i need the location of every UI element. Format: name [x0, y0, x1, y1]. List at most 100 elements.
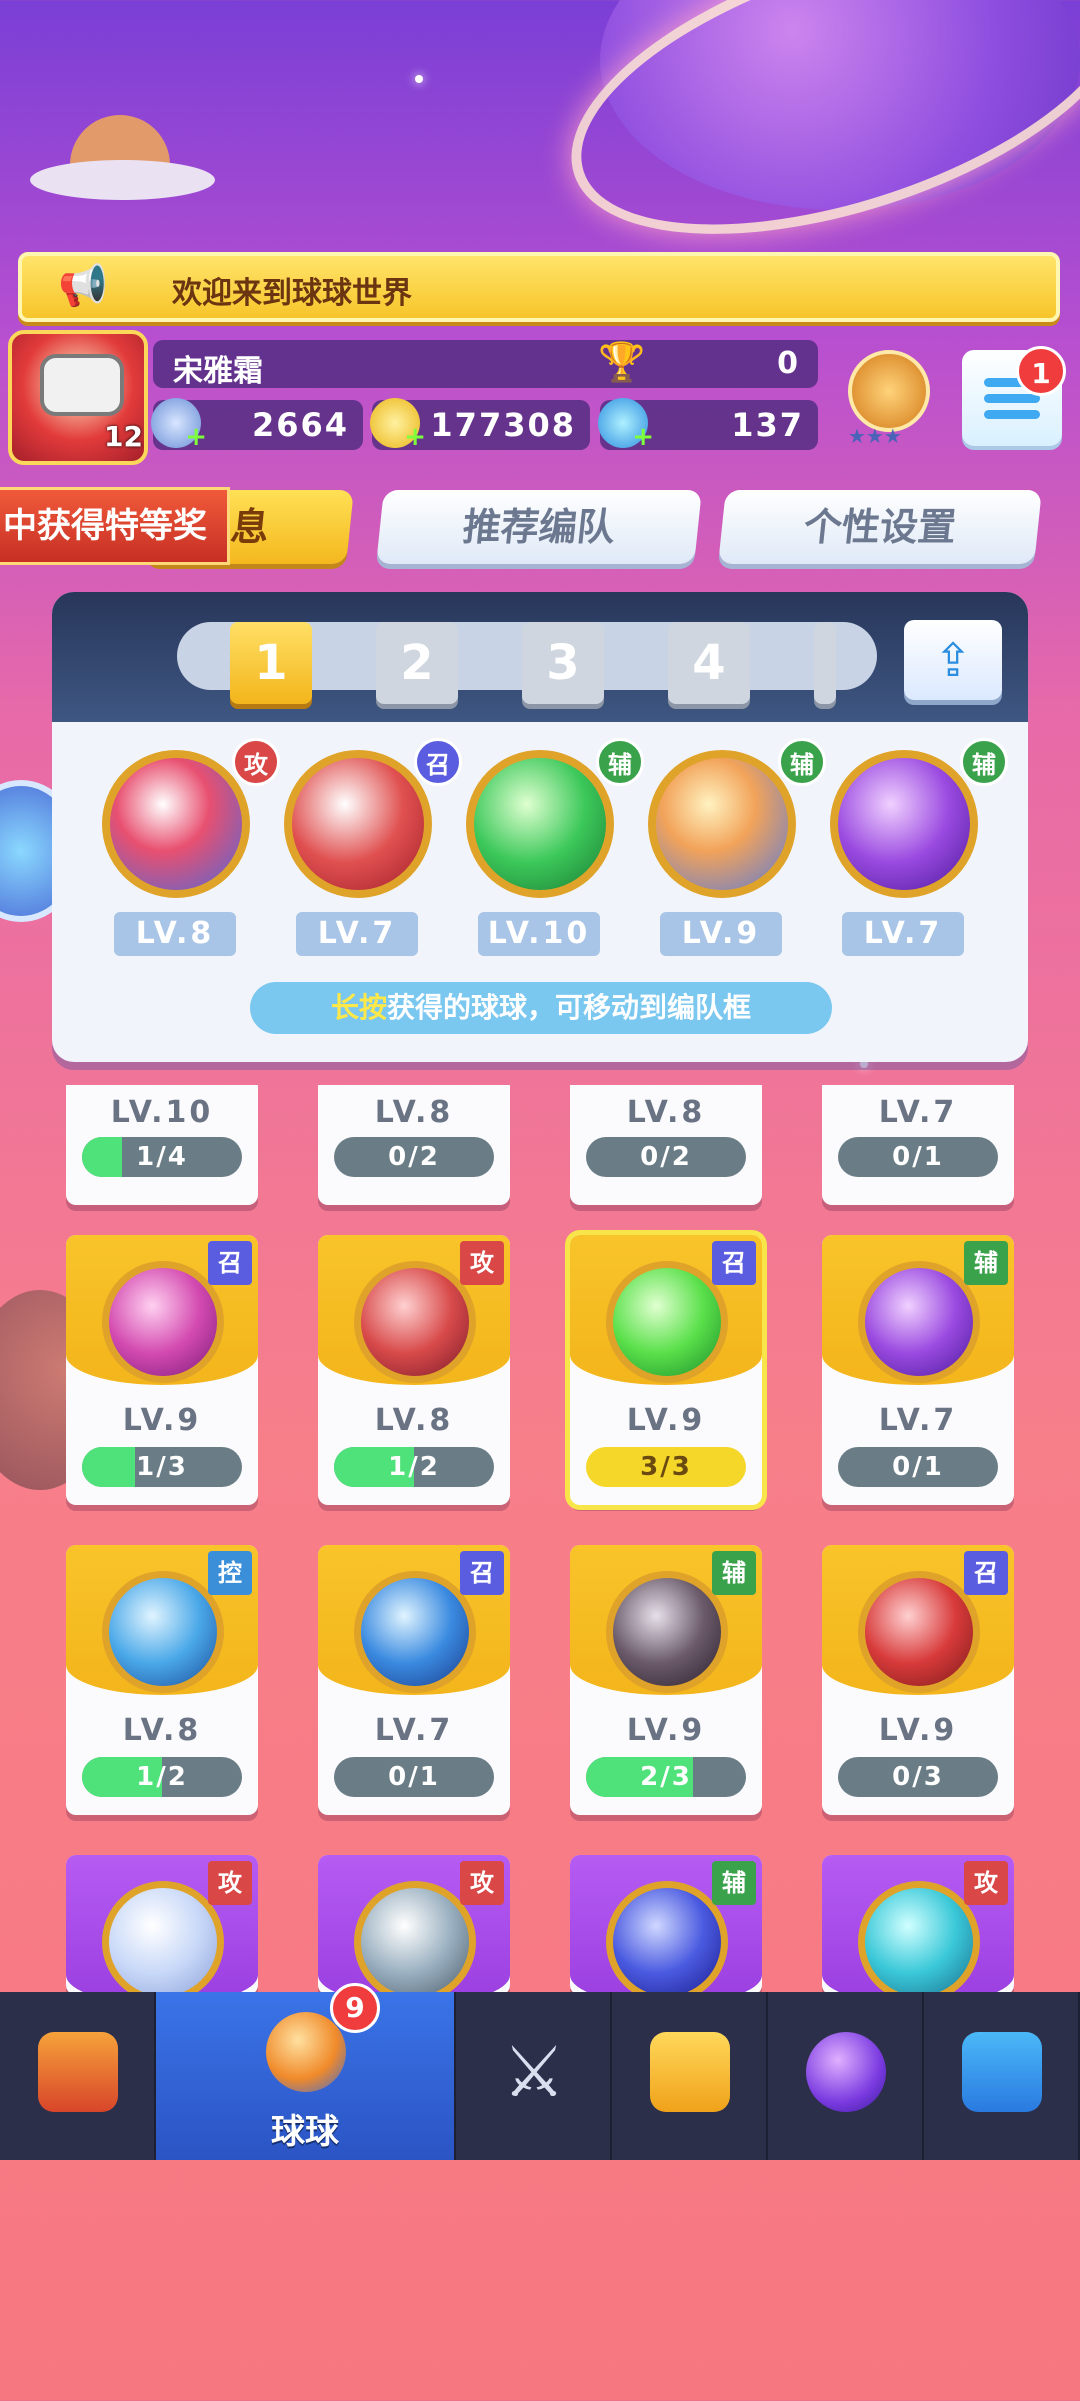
player-name-bar: 宋雅霜 🏆 0 [153, 340, 818, 389]
card-level: LV.7 [374, 1713, 454, 1748]
type-tag: 辅 [960, 738, 1008, 786]
card-level: LV.8 [374, 1403, 454, 1438]
card-progress: 0/1 [838, 1447, 998, 1487]
ball-card[interactable]: LV.7 0/1 [822, 1085, 1014, 1205]
skull-ball-icon [606, 1571, 728, 1693]
banner-text: 欢迎来到球球世界 [172, 276, 412, 311]
ball-card[interactable]: 辅 LV.7 0/1 [822, 1235, 1014, 1505]
ufo-icon [30, 115, 215, 205]
feather-ball-icon [102, 1261, 224, 1383]
team-hint: 长按获得的球球，可移动到编队框 [250, 982, 832, 1034]
ball-card[interactable]: 攻 [66, 1855, 258, 1995]
ball-card[interactable]: 召 LV.9 0/3 [822, 1545, 1014, 1815]
ball-card[interactable]: 攻 [318, 1855, 510, 1995]
team-ball-level: LV.7 [296, 912, 418, 956]
card-progress: 1/4 [82, 1137, 242, 1177]
ball-card[interactable]: 控 LV.8 1/2 [66, 1545, 258, 1815]
type-tag: 召 [208, 1241, 252, 1285]
ball-card[interactable]: 辅 [570, 1855, 762, 1995]
card-level: LV.8 [122, 1713, 202, 1748]
team-ball-level: LV.8 [114, 912, 236, 956]
energy-bar[interactable]: + 2664 [151, 398, 363, 452]
type-tag: 召 [712, 1241, 756, 1285]
card-progress: 1/3 [82, 1447, 242, 1487]
team-ball-level: LV.9 [660, 912, 782, 956]
team-ball-level: LV.10 [478, 912, 600, 956]
type-tag: 召 [414, 738, 462, 786]
bubble-ball-icon [102, 1881, 224, 1995]
type-tag: 辅 [712, 1861, 756, 1905]
vortex-ball-icon [858, 1881, 980, 1995]
team-panel: 1 2 3 4 ⇪ 攻 LV.8 召 LV.7 辅 LV.10 辅 LV.9 辅… [52, 592, 1028, 1062]
type-tag: 攻 [964, 1861, 1008, 1905]
type-tag: 攻 [232, 738, 280, 786]
nav-chat[interactable] [924, 1992, 1080, 2160]
type-tag: 攻 [460, 1241, 504, 1285]
cannon-ball-icon [858, 1571, 980, 1693]
team-slot-4[interactable]: 4 [668, 622, 750, 704]
type-tag: 辅 [712, 1551, 756, 1595]
nav-planet[interactable] [768, 1992, 924, 2160]
team-ball-2[interactable] [284, 750, 432, 898]
energy-value: 2664 [251, 406, 349, 444]
ball-card[interactable]: 辅 LV.9 2/3 [570, 1545, 762, 1815]
tab-recommended-team[interactable]: 推荐编队 [376, 490, 702, 564]
card-progress: 0/1 [838, 1137, 998, 1177]
card-progress: 0/1 [334, 1757, 494, 1797]
type-tag: 辅 [964, 1241, 1008, 1285]
share-button[interactable]: ⇪ [904, 620, 1002, 700]
swords-icon: ⚔ [502, 2031, 566, 2113]
team-slot-3[interactable]: 3 [522, 622, 604, 704]
card-level: LV.7 [878, 1095, 958, 1130]
ball-card[interactable]: 攻 LV.8 1/2 [318, 1235, 510, 1505]
type-tag: 召 [964, 1551, 1008, 1595]
fan-ball-icon [354, 1881, 476, 1995]
ball-card[interactable]: 召 LV.9 1/3 [66, 1235, 258, 1505]
team-ball-5[interactable] [830, 750, 978, 898]
ice-ball-icon [354, 1571, 476, 1693]
gem-bar[interactable]: + 137 [598, 398, 818, 452]
player-avatar[interactable]: 12 [8, 330, 148, 465]
diamond-icon: + [598, 398, 654, 452]
swap-ball-icon [606, 1881, 728, 1995]
energy-icon: + [151, 398, 207, 452]
nav-battle[interactable]: ⚔ [456, 1992, 612, 2160]
card-level: LV.8 [626, 1095, 706, 1130]
coin-bar[interactable]: + 177308 [370, 398, 590, 452]
ball-card[interactable]: LV.8 0/2 [318, 1085, 510, 1205]
type-tag: 控 [208, 1551, 252, 1595]
tab-personal-settings[interactable]: 个性设置 [718, 490, 1042, 564]
hint-highlight: 长按 [330, 991, 387, 1024]
ball-card[interactable]: 攻 [822, 1855, 1014, 1995]
share-icon: ⇪ [933, 633, 973, 687]
ball-card[interactable]: 召 LV.9 3/3 [570, 1235, 762, 1505]
nav-balls[interactable]: 球球 [156, 1992, 456, 2160]
nav-shop[interactable] [0, 1992, 156, 2160]
team-ball-4[interactable] [648, 750, 796, 898]
nav-whistle[interactable] [612, 1992, 768, 2160]
card-level: LV.9 [122, 1403, 202, 1438]
robot-face-icon [40, 354, 124, 416]
rank-medal-icon[interactable]: ★★★ [840, 350, 930, 450]
nav-balls-label: 球球 [271, 2112, 339, 2152]
team-ball-1[interactable] [102, 750, 250, 898]
team-panel-header: 1 2 3 4 ⇪ [52, 592, 1028, 722]
ball-card[interactable]: LV.10 1/4 [66, 1085, 258, 1205]
card-level: LV.9 [878, 1713, 958, 1748]
ball-card[interactable]: LV.8 0/2 [570, 1085, 762, 1205]
ball-card[interactable]: 召 LV.7 0/1 [318, 1545, 510, 1815]
team-ball-3[interactable] [466, 750, 614, 898]
team-slot-partial[interactable] [814, 622, 836, 704]
type-tag: 攻 [460, 1861, 504, 1905]
card-level: LV.8 [374, 1095, 454, 1130]
team-slot-2[interactable]: 2 [376, 622, 458, 704]
team-slot-1[interactable]: 1 [230, 622, 312, 704]
welcome-banner: 📢 欢迎来到球球世界 [18, 252, 1060, 322]
bottom-nav: 球球 ⚔ [0, 1992, 1080, 2160]
type-tag: 攻 [208, 1861, 252, 1905]
gem-value: 137 [731, 406, 804, 444]
card-progress: 3/3 [586, 1447, 746, 1487]
star-decoration [415, 75, 423, 83]
card-progress: 1/2 [334, 1447, 494, 1487]
prize-ribbon: 中获得特等奖 [0, 487, 230, 565]
